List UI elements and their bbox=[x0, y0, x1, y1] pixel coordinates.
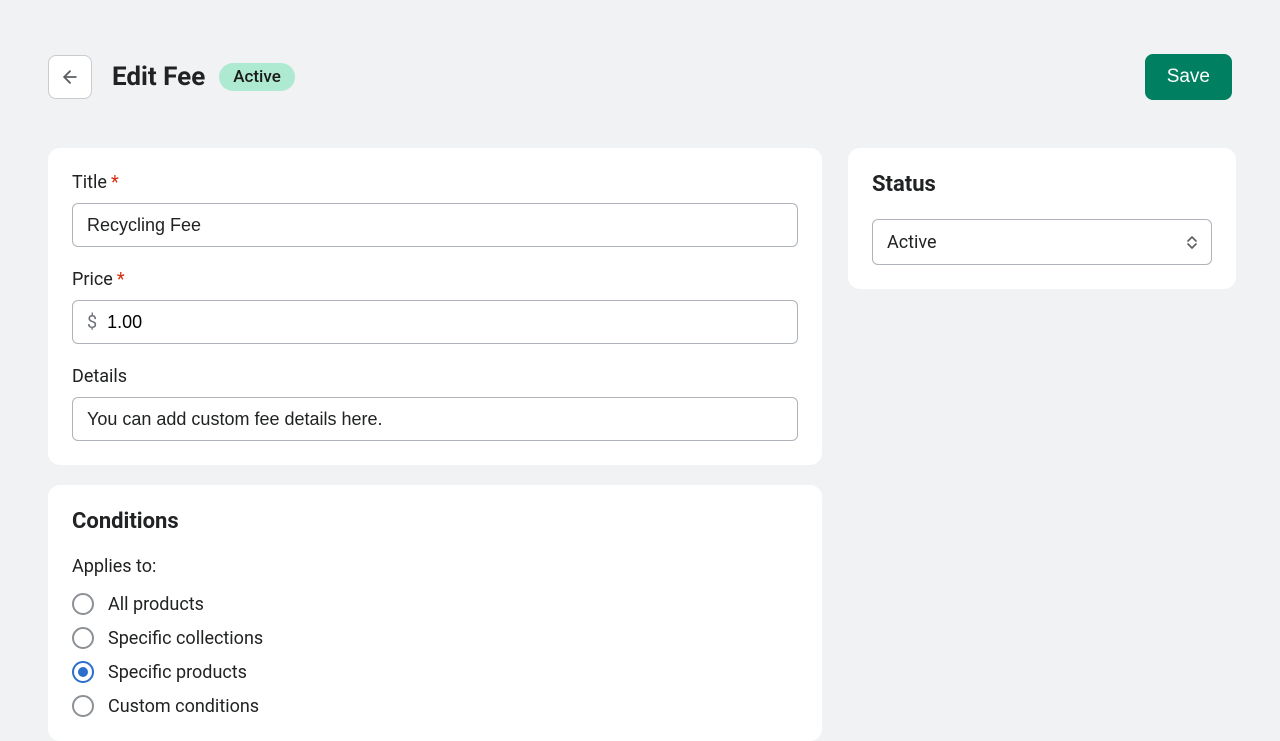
back-button[interactable] bbox=[48, 55, 92, 99]
applies-to-label: Applies to: bbox=[72, 556, 798, 577]
save-button[interactable]: Save bbox=[1145, 54, 1232, 100]
radio-dot bbox=[78, 667, 88, 677]
status-card: Status Active bbox=[848, 148, 1236, 289]
radio-label-text: Specific products bbox=[108, 662, 247, 683]
header-row: Edit Fee Active Save bbox=[48, 54, 1232, 100]
page-title: Edit Fee bbox=[112, 62, 205, 92]
price-input[interactable] bbox=[107, 312, 783, 333]
details-input[interactable] bbox=[72, 397, 798, 441]
select-caret-icon bbox=[1187, 236, 1197, 249]
status-badge: Active bbox=[219, 63, 295, 91]
title-label: Title* bbox=[72, 172, 798, 193]
required-asterisk: * bbox=[111, 172, 119, 193]
radio-specific-collections[interactable]: Specific collections bbox=[72, 627, 798, 649]
radio-label-text: Specific collections bbox=[108, 628, 263, 649]
radio-label-text: Custom conditions bbox=[108, 696, 259, 717]
applies-to-radio-group: All products Specific collections Specif… bbox=[72, 593, 798, 717]
details-label: Details bbox=[72, 366, 798, 387]
title-input[interactable] bbox=[72, 203, 798, 247]
radio-specific-products[interactable]: Specific products bbox=[72, 661, 798, 683]
radio-icon bbox=[72, 593, 94, 615]
price-label: Price* bbox=[72, 269, 798, 290]
status-heading: Status bbox=[872, 172, 1212, 197]
radio-label-text: All products bbox=[108, 594, 204, 615]
price-label-text: Price bbox=[72, 269, 113, 290]
required-asterisk: * bbox=[117, 269, 125, 290]
status-select-value: Active bbox=[887, 232, 937, 253]
radio-icon bbox=[72, 695, 94, 717]
status-select[interactable]: Active bbox=[872, 219, 1212, 265]
fee-details-card: Title* Price* $ Details bbox=[48, 148, 822, 465]
price-input-wrap[interactable]: $ bbox=[72, 300, 798, 344]
radio-icon bbox=[72, 627, 94, 649]
radio-custom-conditions[interactable]: Custom conditions bbox=[72, 695, 798, 717]
radio-all-products[interactable]: All products bbox=[72, 593, 798, 615]
title-label-text: Title bbox=[72, 172, 107, 193]
conditions-card: Conditions Applies to: All products Spec… bbox=[48, 485, 822, 741]
arrow-left-icon bbox=[60, 67, 80, 87]
currency-prefix: $ bbox=[87, 312, 97, 333]
conditions-heading: Conditions bbox=[72, 509, 798, 534]
radio-icon-checked bbox=[72, 661, 94, 683]
